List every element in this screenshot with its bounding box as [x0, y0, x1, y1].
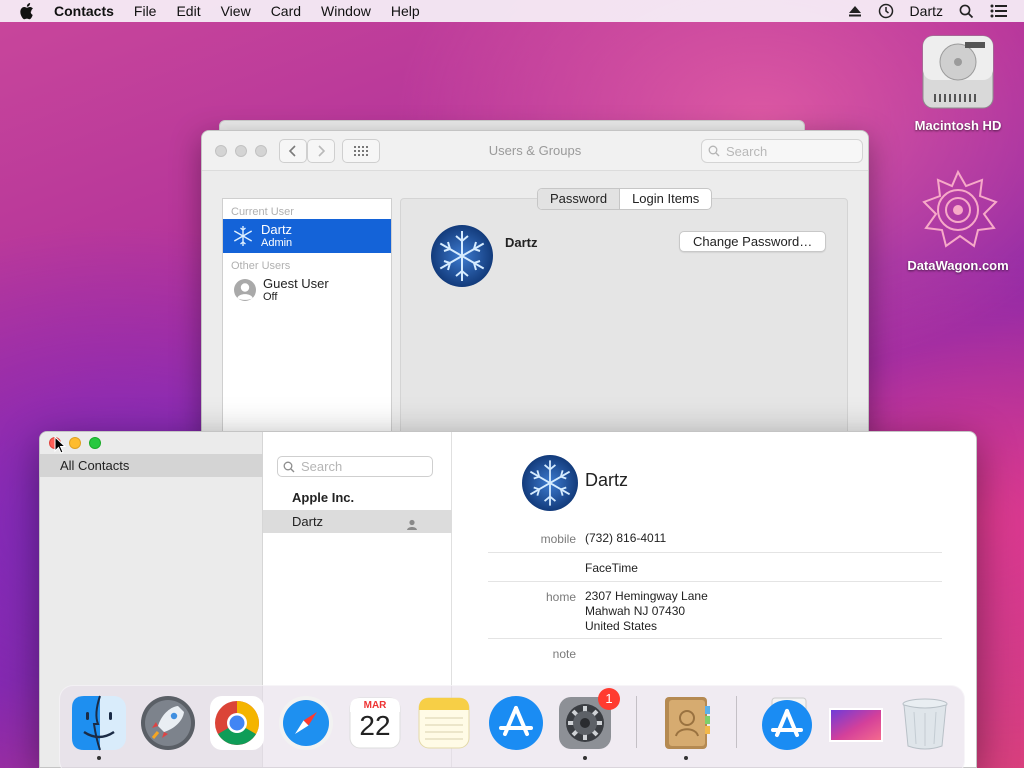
menu-edit[interactable]: Edit	[166, 0, 210, 22]
search-placeholder: Search	[301, 459, 343, 474]
zoom-button[interactable]	[89, 437, 101, 449]
running-indicator	[97, 756, 101, 760]
field-mobile[interactable]: mobile (732) 816-4011	[488, 530, 942, 553]
menu-card[interactable]: Card	[261, 0, 311, 22]
running-indicator	[684, 756, 688, 760]
dock-downloads-stack[interactable]	[758, 694, 816, 752]
field-home-address[interactable]: home 2307 Hemingway Lane Mahwah NJ 07430…	[488, 582, 942, 639]
user-name: Dartz	[261, 221, 293, 237]
contacts-book-icon	[665, 697, 710, 749]
notification-badge: 1	[598, 688, 620, 710]
dock-launchpad[interactable]	[139, 694, 197, 752]
control-center-icon[interactable]	[990, 4, 1008, 18]
chrome-icon	[210, 696, 264, 750]
prefs-search-input[interactable]: Search	[701, 139, 863, 163]
contacts-search-input[interactable]: Search	[277, 456, 433, 477]
group-all-contacts[interactable]: All Contacts	[40, 454, 263, 477]
field-value: FaceTime	[585, 561, 638, 575]
datawagon-logo-icon	[916, 168, 1000, 252]
field-label: home	[545, 590, 576, 604]
desktop-icon-macintosh-hd[interactable]: Macintosh HD	[903, 32, 1013, 133]
field-label: mobile	[540, 532, 576, 546]
account-name: Dartz	[505, 235, 538, 250]
desktop-icon-datawagon[interactable]: DataWagon.com	[903, 168, 1013, 273]
notes-icon	[418, 697, 470, 749]
calendar-day: 22	[359, 710, 391, 741]
field-value: (732) 816-4011	[585, 531, 667, 545]
snowflake-avatar-icon	[231, 224, 255, 248]
my-card-person-icon	[406, 515, 418, 538]
menu-app-name[interactable]: Contacts	[54, 0, 124, 22]
change-password-button[interactable]: Change Password…	[679, 231, 827, 252]
user-row-guest[interactable]: Guest User Off	[223, 273, 391, 307]
rocket-icon	[141, 696, 195, 750]
menu-help[interactable]: Help	[381, 0, 430, 22]
address-line: Mahwah NJ 07430	[585, 604, 686, 618]
field-facetime[interactable]: FaceTime	[488, 553, 942, 582]
wallpaper-thumbnail-icon	[829, 708, 883, 742]
user-status: Off	[263, 290, 278, 303]
address-line: 2307 Hemingway Lane	[585, 589, 708, 603]
address-line: United States	[585, 619, 658, 633]
mouse-cursor-icon	[54, 435, 67, 457]
desktop-icon-label: Macintosh HD	[914, 118, 1002, 133]
contact-full-name: Dartz	[585, 470, 629, 490]
app-store-icon	[489, 696, 543, 750]
dock-chrome[interactable]	[208, 694, 266, 752]
apple-menu-icon[interactable]	[19, 2, 37, 20]
dock-contacts[interactable]	[657, 694, 715, 760]
users-groups-window: Users & Groups Search Current User Dartz…	[201, 130, 869, 440]
search-icon	[708, 145, 720, 157]
minimize-button[interactable]	[69, 437, 81, 449]
dock-finder[interactable]	[70, 694, 128, 760]
dock-separator	[736, 696, 737, 748]
dock-system-preferences[interactable]: 1	[556, 688, 620, 760]
list-item-selected[interactable]: Dartz	[263, 510, 452, 533]
users-list: Current User Dartz Admin Other Users Gue…	[222, 198, 392, 439]
tab-login-items[interactable]: Login Items	[620, 189, 711, 209]
user-name: Guest User	[263, 275, 329, 291]
compass-icon	[279, 696, 333, 750]
menu-file[interactable]: File	[124, 0, 167, 22]
search-placeholder: Search	[726, 143, 768, 159]
eject-icon[interactable]	[848, 5, 862, 17]
dock-calendar[interactable]: MAR 22	[346, 694, 404, 752]
window-titlebar: Users & Groups Search	[202, 131, 868, 171]
dock-desktop-stack[interactable]	[827, 694, 885, 752]
dock-safari[interactable]	[277, 694, 335, 752]
desktop-icon-label: DataWagon.com	[907, 258, 1009, 273]
menu-bar: Contacts File Edit View Card Window Help…	[0, 0, 1024, 22]
menu-window[interactable]: Window	[311, 0, 381, 22]
user-row-dartz[interactable]: Dartz Admin	[223, 219, 391, 253]
section-other-users: Other Users	[231, 260, 291, 272]
app-store-download-icon	[762, 697, 812, 750]
contact-photo[interactable]	[522, 455, 578, 511]
running-indicator	[583, 756, 587, 760]
time-machine-icon[interactable]	[878, 3, 894, 19]
trash-icon	[902, 698, 948, 750]
user-detail-pane: Password Login Items Dartz Change Passwo…	[400, 188, 848, 439]
field-label: note	[552, 647, 576, 661]
hard-drive-icon	[920, 32, 996, 112]
field-value: 2307 Hemingway Lane Mahwah NJ 07430 Unit…	[585, 589, 708, 634]
user-picture[interactable]	[431, 225, 493, 287]
user-role: Admin	[261, 236, 293, 249]
dock-trash[interactable]	[896, 694, 954, 752]
search-icon	[283, 461, 295, 472]
section-current-user: Current User	[231, 206, 294, 218]
dock-app-store[interactable]	[487, 694, 545, 752]
contact-name: Dartz	[292, 514, 324, 529]
menu-view[interactable]: View	[211, 0, 261, 22]
field-note[interactable]: note	[488, 639, 942, 669]
person-avatar-icon	[233, 278, 257, 302]
finder-icon	[72, 695, 126, 751]
dock: MAR 22 1	[59, 685, 965, 768]
tab-group: Password Login Items	[537, 188, 713, 210]
list-item[interactable]: Apple Inc.	[292, 490, 354, 505]
user-menu[interactable]: Dartz	[910, 3, 943, 19]
tab-password[interactable]: Password	[538, 189, 621, 209]
spotlight-search-icon[interactable]	[959, 4, 974, 19]
dock-notes[interactable]	[415, 694, 473, 752]
dock-separator	[636, 696, 637, 748]
